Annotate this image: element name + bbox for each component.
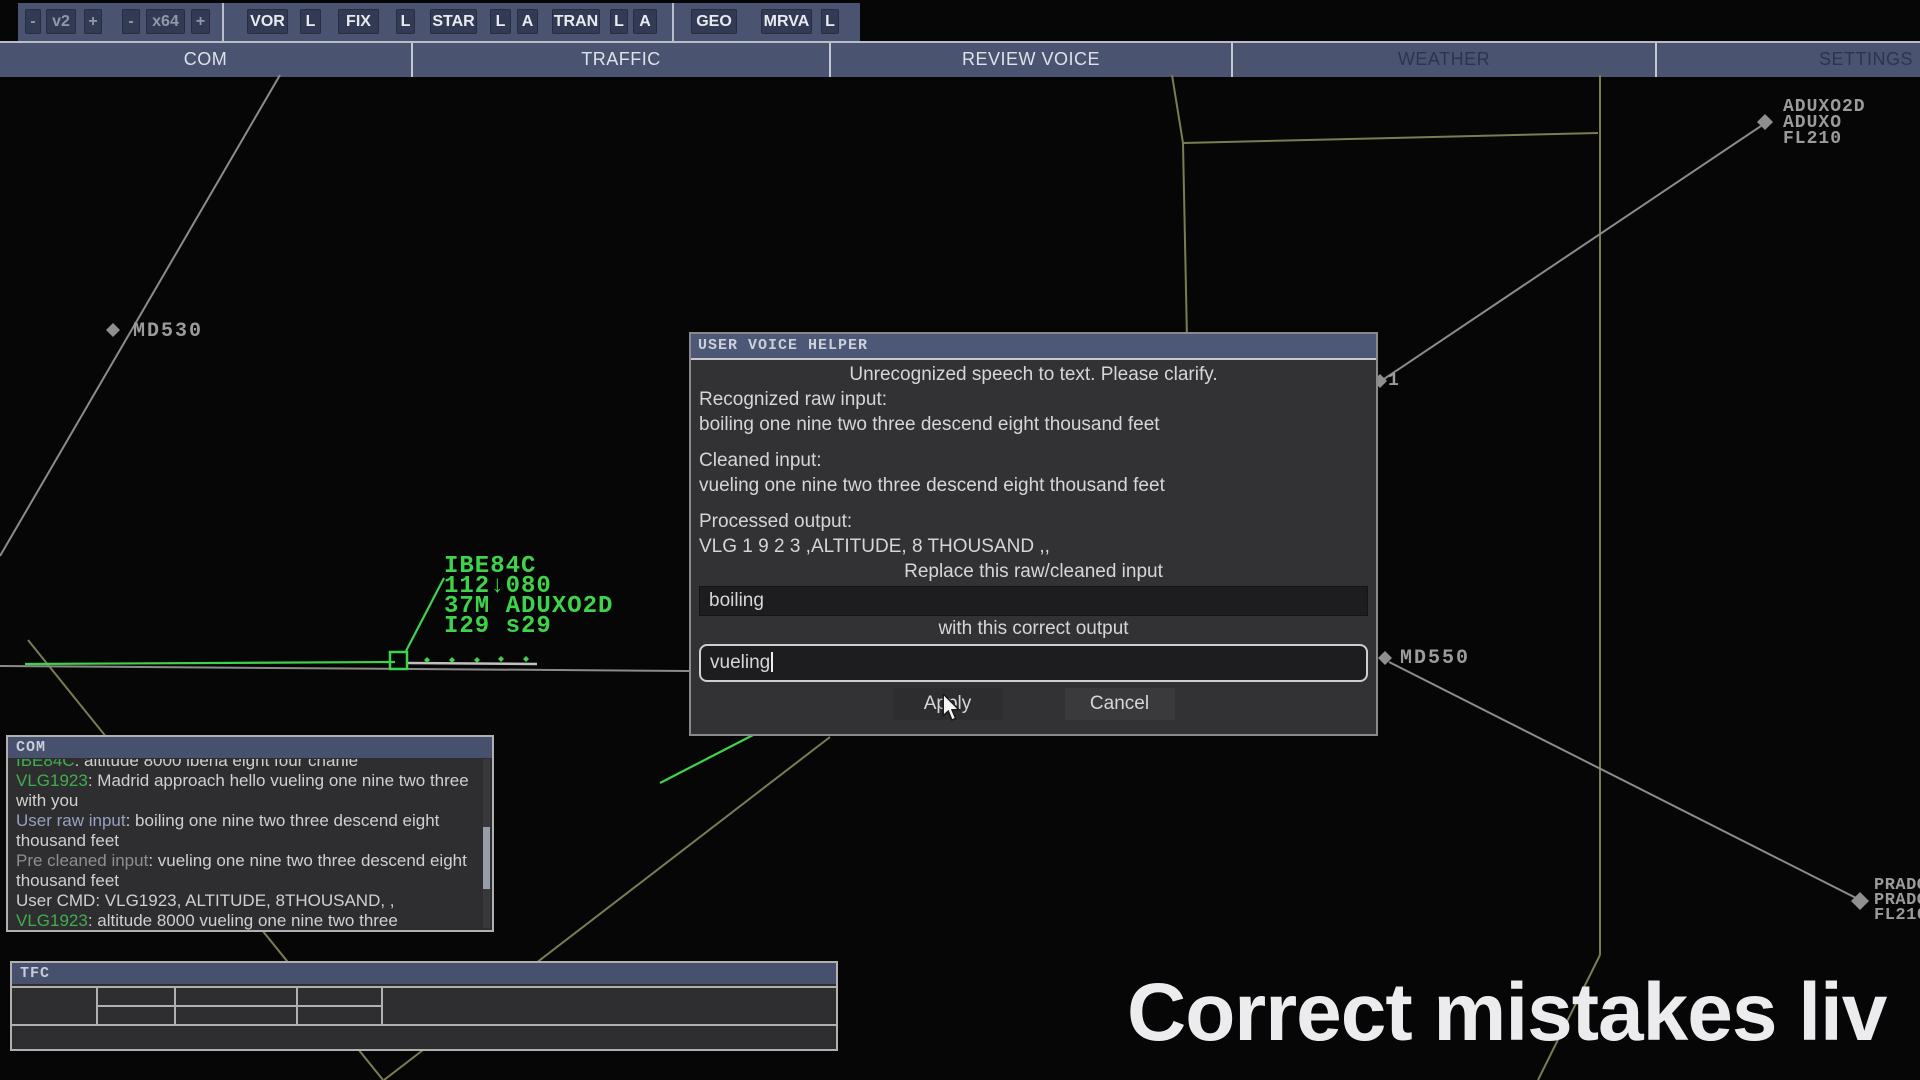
raw-input-label: Recognized raw input: <box>699 387 1368 412</box>
correct-output-field[interactable]: vueling <box>699 644 1368 682</box>
processed-output-label: Processed output: <box>699 509 1368 534</box>
user-voice-helper-dialog: USER VOICE HELPER Unrecognized speech to… <box>689 332 1378 736</box>
com-message: VLG1923: altitude 8000 vueling one nine … <box>16 911 474 930</box>
waypoint-label-md550: MD550 <box>1400 647 1470 670</box>
com-message: Pre cleaned input: vueling one nine two … <box>16 851 474 891</box>
com-panel-title[interactable]: COM <box>8 737 492 758</box>
com-message: User CMD: VLG1923, ALTITUDE, 8THOUSAND, … <box>16 891 474 911</box>
text-caret <box>771 652 773 672</box>
com-message-log: IBE84C: altitude 8000 iberia eight four … <box>8 759 492 930</box>
mouse-cursor-icon <box>941 694 965 722</box>
with-instruction: with this correct output <box>699 616 1368 641</box>
waypoint-label-prado: PRADO PRADO FL210 <box>1874 878 1920 923</box>
aircraft-speed: I29 s29 <box>444 617 613 637</box>
cleaned-input-label: Cleaned input: <box>699 448 1368 473</box>
com-message: VLG1923: Madrid approach hello vueling o… <box>16 771 474 811</box>
aircraft-trail-dots <box>424 656 529 663</box>
com-message: IBE84C: altitude 8000 iberia eight four … <box>16 759 474 771</box>
waypoint-label-fix1: 1 <box>1388 371 1399 391</box>
dialog-message: Unrecognized speech to text. Please clar… <box>699 362 1368 387</box>
dialog-titlebar[interactable]: USER VOICE HELPER <box>691 334 1376 360</box>
processed-output-value: VLG 1 9 2 3 ,ALTITUDE, 8 THOUSAND ,, <box>699 534 1368 559</box>
watermark-text: Correct mistakes liv <box>1127 966 1886 1060</box>
replace-input-field[interactable]: boiling <box>699 586 1368 616</box>
com-scrollbar-thumb[interactable] <box>483 827 490 889</box>
cleaned-input-value: vueling one nine two three descend eight… <box>699 473 1368 498</box>
replace-instruction: Replace this raw/cleaned input <box>699 559 1368 584</box>
waypoint-label-md530: MD530 <box>133 320 203 343</box>
com-message: User raw input: boiling one nine two thr… <box>16 811 474 851</box>
cancel-button[interactable]: Cancel <box>1065 688 1175 720</box>
waypoint-label-aduxo: ADUXO2D ADUXO FL210 <box>1783 99 1866 147</box>
com-panel: COM IBE84C: altitude 8000 iberia eight f… <box>6 735 494 932</box>
aircraft-datablock[interactable]: IBE84C 112↓080 37M ADUXO2D I29 s29 <box>444 557 613 637</box>
tfc-panel: TFC <box>10 961 838 1051</box>
track-highlight-line <box>408 663 537 664</box>
tfc-panel-title[interactable]: TFC <box>12 963 836 984</box>
aircraft-symbol[interactable] <box>390 652 407 669</box>
raw-input-value: boiling one nine two three descend eight… <box>699 412 1368 437</box>
